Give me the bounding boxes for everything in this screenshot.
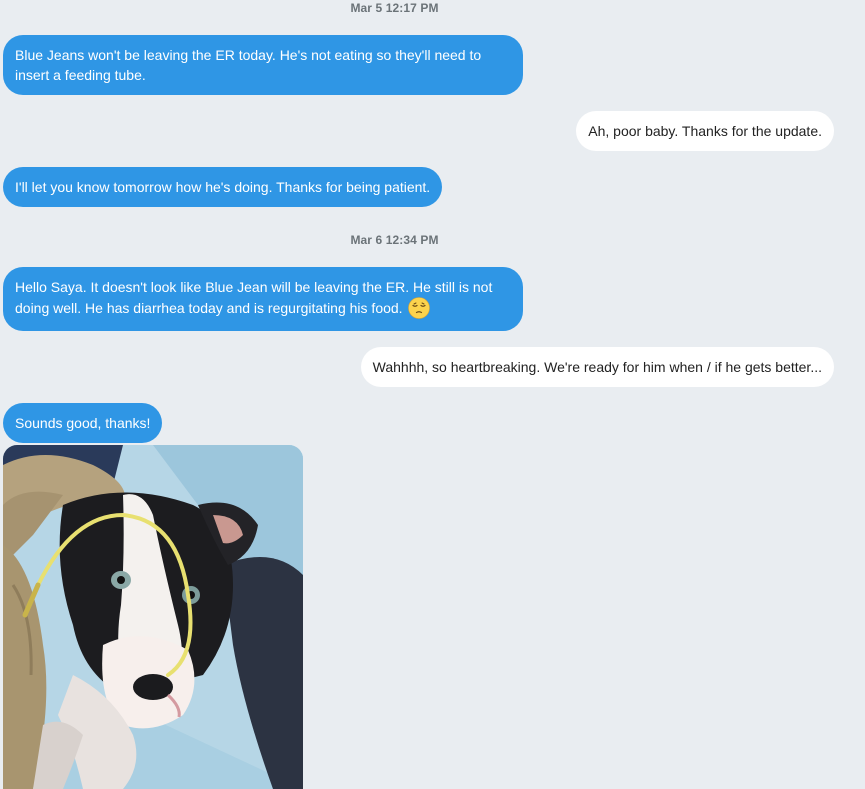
puppy-photo [3,445,303,789]
incoming-message-bubble[interactable]: Sounds good, thanks! [3,403,163,443]
message-text: I'll let you know tomorrow how he's doin… [15,179,431,195]
message-text: Ah, poor baby. Thanks for the update. [588,123,822,139]
message-text: Wahhhh, so heartbreaking. We're ready fo… [372,359,822,375]
incoming-message-bubble[interactable]: Blue Jeans won't be leaving the ER today… [3,35,523,95]
message-text: Blue Jeans won't be leaving the ER today… [15,47,482,83]
outgoing-message-bubble[interactable]: Wahhhh, so heartbreaking. We're ready fo… [360,347,834,387]
timestamp: Mar 6 12:34 PM [350,233,439,247]
incoming-message-bubble[interactable]: I'll let you know tomorrow how he's doin… [3,167,443,207]
incoming-message-bubble[interactable]: Hello Saya. It doesn't look like Blue Je… [3,267,523,331]
pensive-face-icon [408,297,431,324]
message-thread: Mar 5 12:17 PM Blue Jeans won't be leavi… [0,0,865,789]
photo-attachment[interactable] [3,445,303,789]
timestamp: Mar 5 12:17 PM [350,1,439,15]
message-text: Sounds good, thanks! [15,415,151,431]
outgoing-message-bubble[interactable]: Ah, poor baby. Thanks for the update. [576,111,834,151]
